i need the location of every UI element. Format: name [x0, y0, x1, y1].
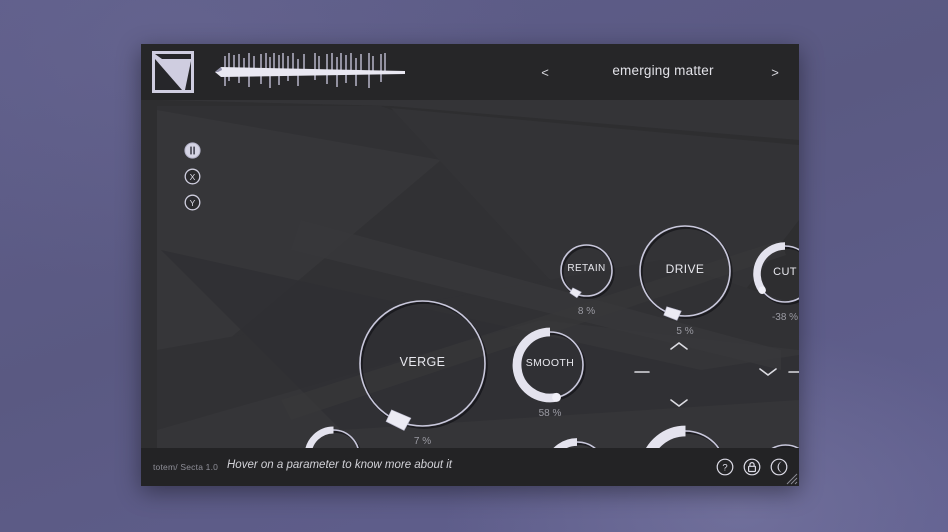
plugin-window: < emerging matter >: [141, 44, 799, 486]
svg-text:Y: Y: [190, 198, 196, 208]
link-down-chevron[interactable]: [758, 366, 778, 378]
chevron-up-icon: [669, 340, 689, 352]
knob-retain[interactable]: RETAIN8 %: [553, 237, 620, 304]
knob-cut-top[interactable]: CUT-38 %: [749, 238, 799, 310]
knob-ring-boost: [300, 422, 367, 448]
svg-text:?: ?: [722, 463, 727, 474]
help-button[interactable]: ?: [716, 458, 734, 476]
knob-ring-verge: [352, 293, 493, 434]
link-minus[interactable]: [786, 366, 799, 378]
lock-button[interactable]: [743, 458, 761, 476]
resize-grip[interactable]: [785, 472, 798, 485]
knob-ring-melt: [540, 434, 614, 448]
chevron-down-icon: [758, 366, 778, 378]
y-axis-button[interactable]: Y: [184, 194, 201, 211]
knob-ring-drive-top: [632, 218, 738, 324]
plugin-footer: totem/ Secta 1.0 Hover on a parameter to…: [141, 448, 799, 486]
mode-toggle-button[interactable]: [184, 142, 201, 159]
knob-boost[interactable]: BOOST27 %: [300, 422, 367, 448]
totem-logo-icon[interactable]: [152, 51, 194, 93]
x-axis-button[interactable]: X: [184, 168, 201, 185]
knob-ring-cut-bot: [751, 437, 799, 448]
knob-ring-drive-bot: [637, 423, 734, 448]
knob-melt[interactable]: MELT43 %: [540, 434, 614, 448]
svg-text:X: X: [190, 172, 196, 182]
waveform-icon: [209, 50, 409, 94]
knob-ring-cut-top: [749, 238, 799, 310]
chevron-down-icon: [669, 397, 689, 409]
plugin-main-panel: X Y RETAIN8 %DRIVE5 %CUT-38 %VOL8 %VERGE…: [141, 100, 799, 448]
plugin-header: < emerging matter >: [141, 44, 799, 100]
minus-icon: [632, 366, 652, 378]
knob-smooth[interactable]: SMOOTH58 %: [509, 324, 591, 406]
minus-icon: [786, 366, 799, 378]
preset-next-button[interactable]: >: [765, 64, 785, 82]
macro-minus[interactable]: [632, 366, 652, 378]
status-hint-text: Hover on a parameter to know more about …: [227, 459, 452, 471]
knob-ring-smooth: [509, 324, 591, 406]
preset-prev-button[interactable]: <: [535, 64, 555, 82]
knob-cut-bot[interactable]: CUT0 %: [751, 437, 799, 448]
preset-name[interactable]: emerging matter: [565, 63, 761, 78]
brand-label: totem/ Secta 1.0: [153, 462, 218, 472]
knob-verge[interactable]: VERGE7 %: [352, 293, 493, 434]
macro-down-chevron[interactable]: [669, 397, 689, 409]
knob-ring-retain: [553, 237, 620, 304]
knob-drive-bot[interactable]: DRIVE47 %: [637, 423, 734, 448]
macro-up-chevron[interactable]: [669, 340, 689, 352]
knob-drive-top[interactable]: DRIVE5 %: [632, 218, 738, 324]
